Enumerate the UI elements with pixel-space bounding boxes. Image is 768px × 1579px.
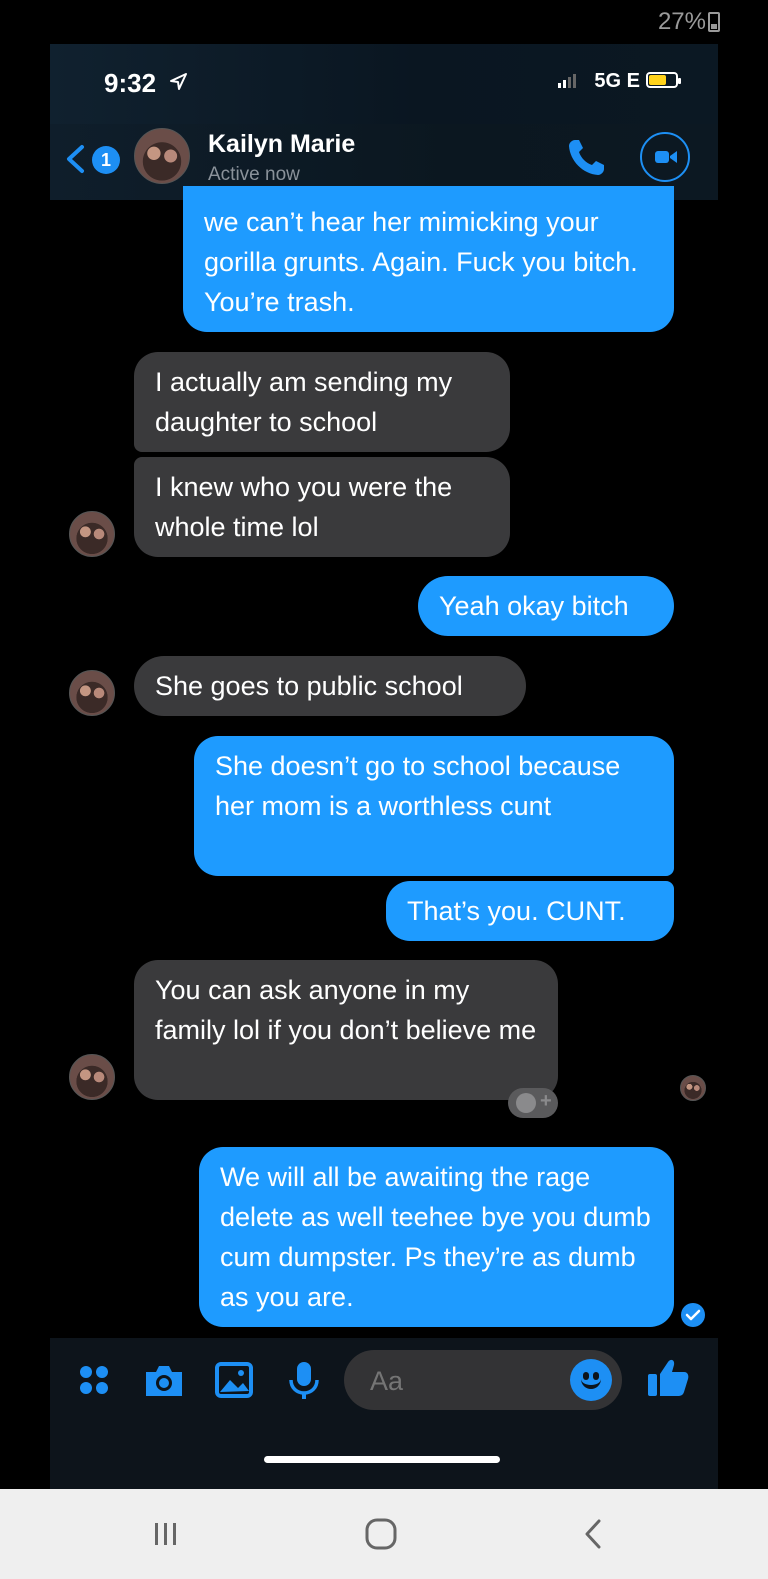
messenger-screenshot: 9:32 5G E 1 Kailyn Marie Active now we c… [50, 44, 718, 1489]
recents-icon[interactable] [136, 1509, 196, 1559]
message-input-field[interactable] [344, 1350, 622, 1412]
message-bubble-outgoing[interactable]: We will all be awaiting the rage delete … [199, 1147, 674, 1327]
back-chevron-icon [67, 145, 84, 173]
apps-grid-icon[interactable] [72, 1358, 116, 1402]
thumbs-up-icon[interactable] [644, 1354, 692, 1402]
home-icon[interactable] [351, 1509, 411, 1559]
message-bubble-incoming[interactable]: I knew who you were the whole time lol [134, 457, 510, 557]
phone-icon[interactable] [566, 136, 608, 178]
network-label: 5G E [594, 70, 640, 92]
location-arrow-icon [170, 73, 187, 90]
back-icon[interactable] [565, 1509, 625, 1559]
android-navigation-bar [0, 1489, 768, 1579]
sender-avatar[interactable] [69, 511, 115, 557]
message-bubble-outgoing[interactable]: Yeah okay bitch [418, 576, 674, 636]
delivered-check-icon [681, 1303, 705, 1327]
device-status-bar: 27% [0, 0, 768, 44]
video-call-button[interactable] [640, 132, 690, 182]
emoji-face-icon [516, 1093, 536, 1113]
gallery-icon[interactable] [212, 1358, 256, 1402]
read-receipt-avatar [680, 1075, 706, 1101]
plus-icon: + [540, 1090, 552, 1112]
camera-icon[interactable] [142, 1358, 186, 1402]
contact-active-status: Active now [208, 164, 300, 185]
status-time: 9:32 [104, 68, 157, 98]
message-bubble-incoming[interactable]: I actually am sending my daughter to sch… [134, 352, 510, 452]
home-indicator [264, 1456, 500, 1463]
message-input[interactable] [368, 1350, 552, 1412]
contact-avatar[interactable] [134, 128, 190, 184]
message-composer [50, 1338, 718, 1489]
sender-avatar[interactable] [69, 1054, 115, 1100]
sender-avatar[interactable] [69, 670, 115, 716]
message-bubble-outgoing[interactable]: That’s you. CUNT. [386, 881, 674, 941]
message-bubble-outgoing[interactable]: we can’t hear her mimicking your gorilla… [183, 186, 674, 332]
back-button[interactable]: 1 [64, 136, 124, 182]
signal-icon [558, 74, 576, 88]
device-battery-level: 27% [657, 8, 706, 35]
contact-name[interactable]: Kailyn Marie [208, 130, 355, 159]
video-camera-icon [655, 151, 677, 163]
message-bubble-incoming[interactable]: You can ask anyone in my family lol if y… [134, 960, 558, 1100]
message-bubble-incoming[interactable]: She goes to public school [134, 656, 526, 716]
battery-icon [708, 12, 720, 32]
microphone-icon[interactable] [282, 1358, 326, 1402]
emoji-icon[interactable] [570, 1359, 612, 1401]
battery-icon-inner [646, 72, 681, 88]
message-bubble-outgoing[interactable]: She doesn’t go to school because her mom… [194, 736, 674, 876]
add-reaction-button[interactable]: + [508, 1088, 558, 1118]
inner-status-bar: 9:32 5G E [50, 44, 718, 124]
unread-badge: 1 [92, 146, 120, 174]
